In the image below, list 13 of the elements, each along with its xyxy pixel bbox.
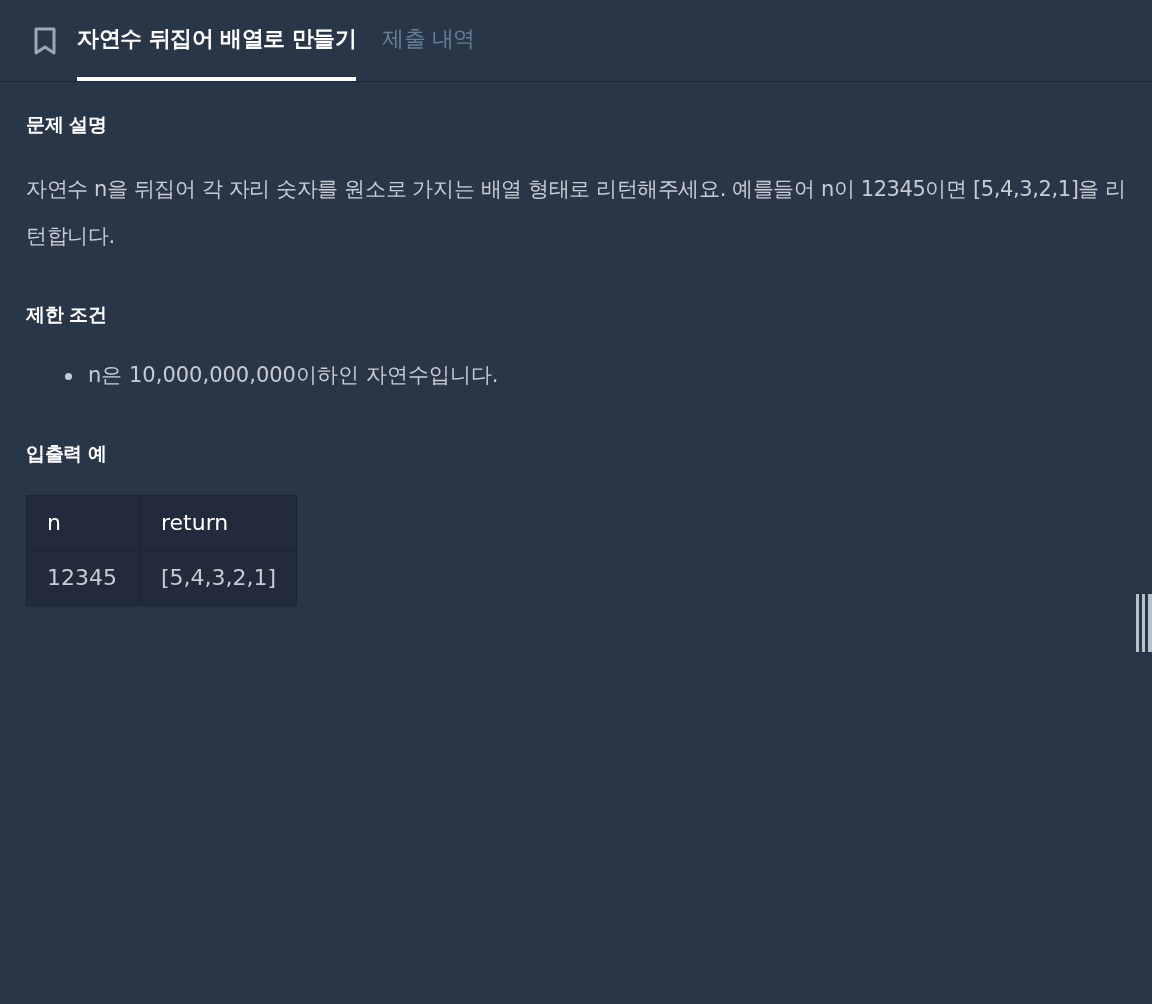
section-heading: 입출력 예 [26, 441, 108, 466]
column-header: n [26, 495, 141, 550]
constraint-text: n은 10,000,000,000이하인 자연수입니다. [88, 363, 499, 387]
bookmark-icon [33, 26, 57, 55]
section-heading: 제한 조건 [26, 301, 108, 327]
section-heading: 문제 설명 [26, 112, 108, 137]
resize-handle-icon[interactable] [1136, 594, 1152, 652]
bullet-icon [65, 372, 72, 380]
tab[interactable]: 자연수 뒤집어 배열로 만들기 [77, 0, 357, 81]
description-text: 자연수 n을 뒤집어 각 자리 숫자를 원소로 가지는 배열 형태로 리턴해주세요. 예를들어 n이 12345이면 [5,4,3,2,1]을 리턴합니다. [26, 175, 1126, 250]
table-cell: 12345 [26, 550, 141, 605]
table-cell: [5,4,3,2,1] [140, 550, 297, 605]
column-header: return [140, 495, 297, 550]
